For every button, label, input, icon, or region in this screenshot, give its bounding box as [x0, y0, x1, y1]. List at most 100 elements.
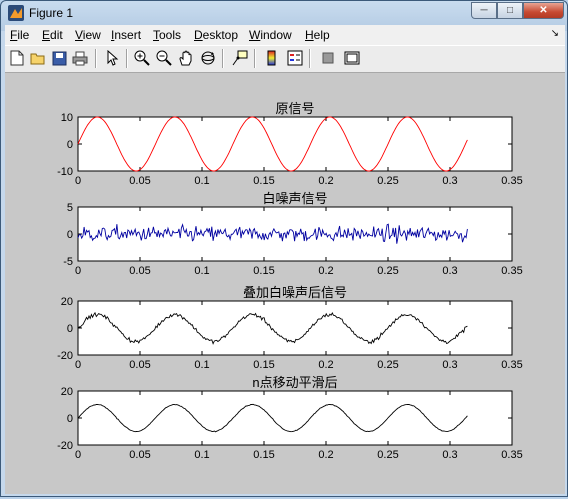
- menu-edit-label: dit: [50, 28, 63, 42]
- maximize-icon: □: [506, 5, 514, 16]
- insert-colorbar-button[interactable]: [263, 49, 281, 67]
- save-icon: [52, 51, 66, 65]
- window-title: Figure 1: [29, 6, 74, 20]
- menu-file[interactable]: File: [10, 28, 29, 42]
- x-tick-label: 0.35: [501, 359, 522, 371]
- show-plot-tools-icon: [344, 51, 360, 65]
- rotate-3d-icon: [201, 51, 215, 65]
- menu-tools[interactable]: Tools: [153, 28, 181, 42]
- subplot-title: n点移动平滑后: [252, 375, 337, 390]
- axes-box: [77, 206, 513, 262]
- print-icon: [72, 51, 88, 65]
- menu-edit-accel: E: [42, 28, 51, 42]
- figure-canvas[interactable]: 0 0.05 0.1 0.15 0.2 0.25 0.3 0.35 10 0 -10 原信号 0 0.05…: [5, 73, 565, 494]
- menu-insert-label: nsert: [114, 28, 142, 42]
- y-tick-label: 20: [61, 386, 73, 398]
- zoom-in-icon: [134, 50, 150, 66]
- menu-bar: File Edit View Insert Tools Desktop Wind…: [5, 25, 565, 45]
- title-bar[interactable]: Figure 1 ─ □ ✕: [1, 1, 567, 25]
- y-tick-label: -20: [57, 440, 73, 452]
- hide-plot-tools-icon: [322, 52, 334, 64]
- new-file-button[interactable]: [8, 49, 26, 67]
- x-tick-label: 0.1: [194, 359, 209, 371]
- menu-file-label: ile: [17, 28, 30, 42]
- menu-edit[interactable]: Edit: [42, 28, 63, 42]
- menu-window-label: indow: [260, 28, 292, 42]
- menu-help[interactable]: Help: [305, 28, 330, 42]
- menu-desktop[interactable]: Desktop: [194, 28, 238, 42]
- legend-icon: [287, 50, 303, 66]
- y-tick-label: -10: [57, 166, 73, 178]
- menu-desktop-label: esktop: [202, 28, 239, 42]
- x-tick-label: 0.35: [501, 449, 522, 461]
- menu-view[interactable]: View: [75, 28, 101, 42]
- menu-window-accel: W: [249, 28, 261, 42]
- y-tick-label: 5: [67, 202, 73, 214]
- x-tick-label: 0.2: [318, 359, 333, 371]
- zoom-in-button[interactable]: [133, 49, 151, 67]
- y-tick-label: 0: [67, 413, 73, 425]
- zoom-out-button[interactable]: [155, 49, 173, 67]
- x-tick-label: 0.25: [377, 175, 398, 187]
- pointer-icon: [107, 50, 119, 66]
- axes-box: [77, 300, 513, 356]
- menu-tools-label: ools: [159, 28, 182, 42]
- print-button[interactable]: [71, 49, 89, 67]
- x-tick-label: 0.25: [377, 265, 398, 277]
- figure-client: File Edit View Insert Tools Desktop Wind…: [5, 25, 565, 494]
- toolbar-separator: [95, 49, 97, 68]
- close-icon: ✕: [539, 5, 548, 16]
- x-tick-label: 0: [75, 175, 81, 187]
- save-button[interactable]: [50, 49, 68, 67]
- y-tick-label: 0: [67, 323, 73, 335]
- x-tick-label: 0.2: [318, 449, 333, 461]
- maximize-button[interactable]: □: [497, 2, 523, 19]
- menu-view-accel: V: [75, 28, 83, 42]
- axes-box: [77, 116, 513, 172]
- x-tick-label: 0.05: [129, 265, 150, 277]
- insert-legend-button[interactable]: [286, 49, 304, 67]
- toolbar-separator: [309, 49, 311, 68]
- open-button[interactable]: [29, 49, 47, 67]
- rotate-3d-button[interactable]: [199, 49, 217, 67]
- x-tick-label: 0.3: [442, 359, 457, 371]
- subplot-title: 叠加白噪声后信号: [243, 285, 347, 300]
- x-tick-label: 0.35: [501, 265, 522, 277]
- menu-view-label: iew: [82, 28, 101, 42]
- matlab-icon: [8, 5, 24, 21]
- edit-plot-button[interactable]: [103, 49, 121, 67]
- y-tick-label: 0: [67, 139, 73, 151]
- plots-svg: 0 0.05 0.1 0.15 0.2 0.25 0.3 0.35100-10原信号0 0.05…: [57, 101, 523, 461]
- data-cursor-icon: [232, 50, 248, 66]
- x-tick-label: 0.35: [501, 175, 522, 187]
- menu-window[interactable]: Window: [249, 28, 292, 42]
- figure-toolbar: [5, 45, 565, 73]
- colorbar-icon: [267, 50, 276, 66]
- x-tick-label: 0.05: [129, 175, 150, 187]
- x-tick-label: 0.3: [442, 175, 457, 187]
- pan-hand-icon: [179, 50, 192, 66]
- y-tick-label: -5: [63, 256, 73, 268]
- y-tick-label: 0: [67, 229, 73, 241]
- close-button[interactable]: ✕: [523, 2, 564, 19]
- menu-insert[interactable]: Insert: [111, 28, 141, 42]
- y-tick-label: -20: [57, 350, 73, 362]
- x-tick-label: 0.3: [442, 449, 457, 461]
- x-tick-label: 0.15: [253, 265, 274, 277]
- x-tick-label: 0.1: [194, 175, 209, 187]
- x-tick-label: 0.1: [194, 265, 209, 277]
- show-plot-tools-button[interactable]: [343, 49, 361, 67]
- x-tick-label: 0: [75, 265, 81, 277]
- new-file-icon: [10, 50, 24, 66]
- menu-help-label: elp: [313, 28, 330, 42]
- menu-desktop-accel: D: [194, 28, 203, 42]
- zoom-out-icon: [156, 50, 172, 66]
- dock-arrow-icon[interactable]: ↘: [551, 28, 559, 39]
- minimize-button[interactable]: ─: [471, 2, 497, 19]
- x-tick-label: 0.3: [442, 265, 457, 277]
- y-tick-label: 20: [61, 296, 73, 308]
- pan-button[interactable]: [177, 49, 195, 67]
- hide-plot-tools-button[interactable]: [319, 49, 337, 67]
- x-tick-label: 0.2: [318, 265, 333, 277]
- data-cursor-button[interactable]: [231, 49, 249, 67]
